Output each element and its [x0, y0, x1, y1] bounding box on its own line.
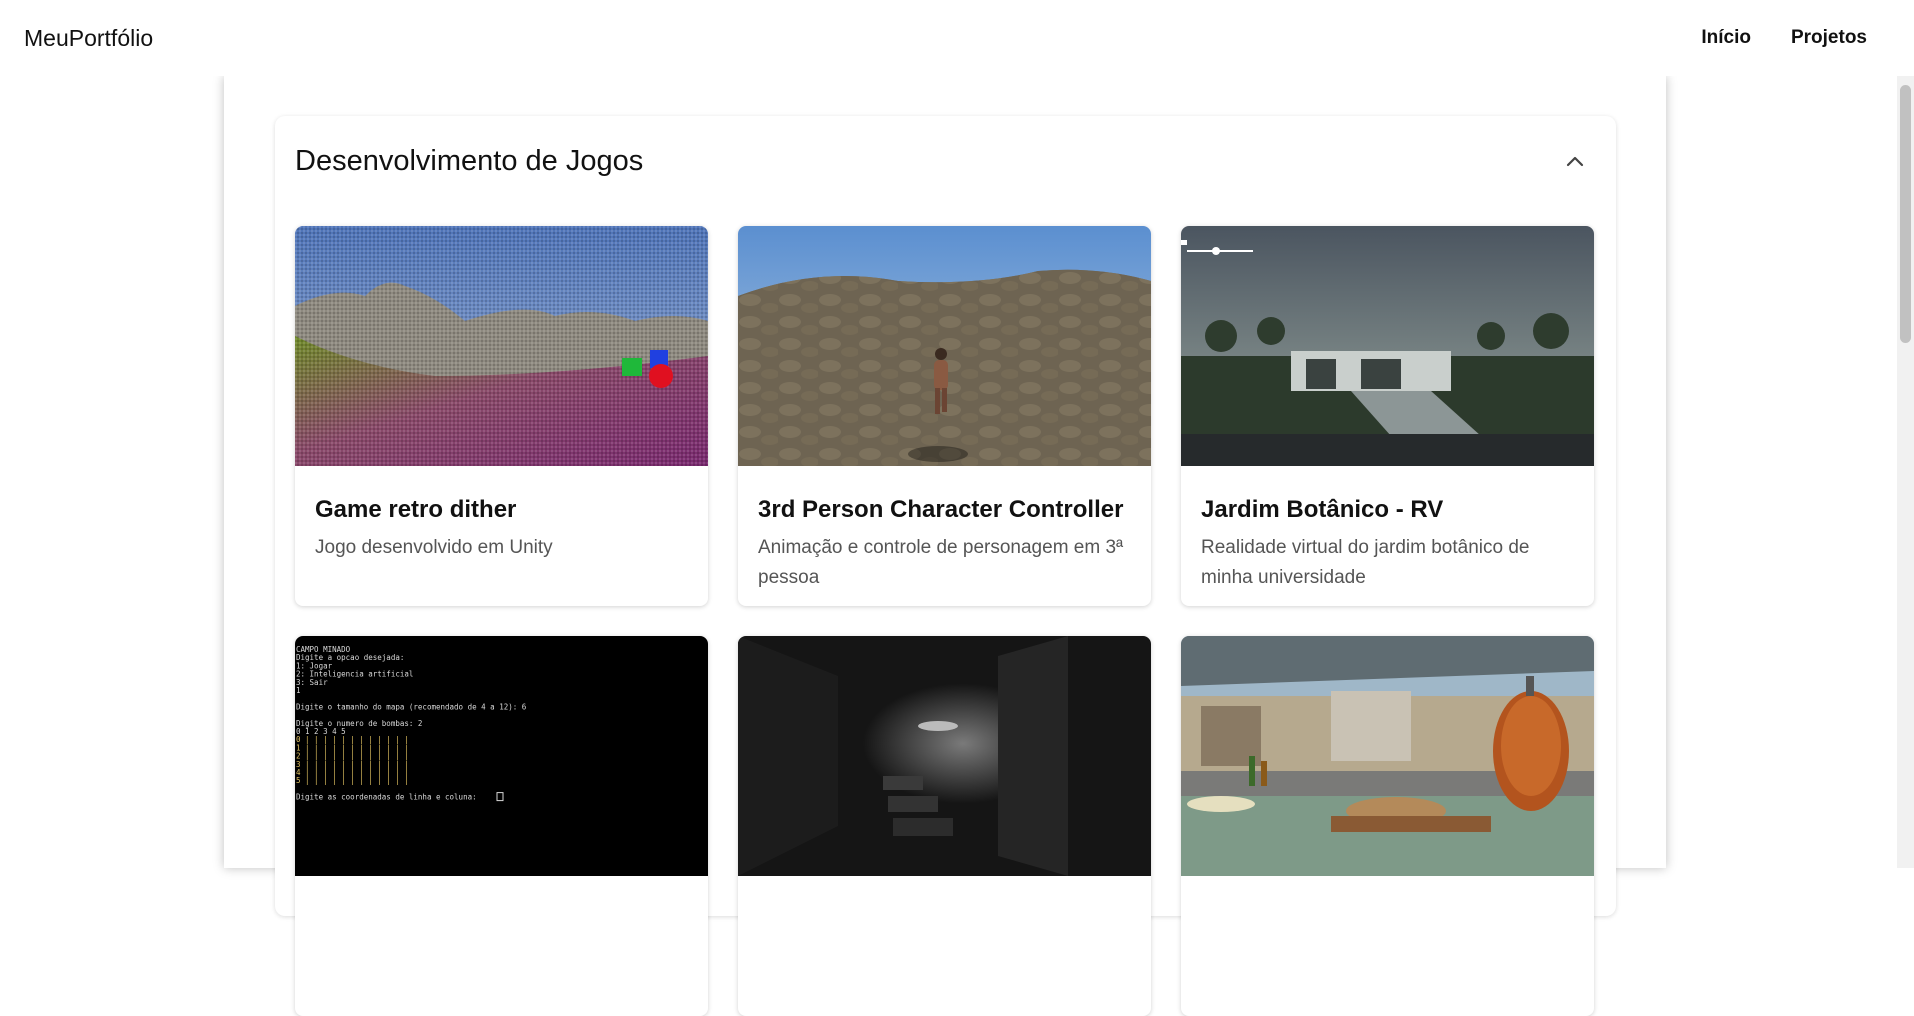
terminal-line: 1: [296, 686, 301, 695]
terminal-line: Digite o tamanho do mapa (recomendado de…: [296, 702, 527, 711]
nav-link-inicio[interactable]: Início: [1701, 27, 1751, 49]
project-description: Realidade virtual do jardim botânico de …: [1201, 536, 1530, 588]
scrollbar-thumb[interactable]: [1900, 85, 1911, 343]
project-thumbnail: CAMPO MINADO Digite a opcao desejada: 1: J…: [295, 636, 708, 876]
project-thumbnail: [738, 226, 1151, 466]
nav-link-projetos[interactable]: Projetos: [1791, 27, 1867, 49]
terminal-line: 3: Sair: [296, 678, 328, 687]
project-card[interactable]: CAMPO MINADO Digite a opcao desejada: 1: J…: [295, 636, 708, 1016]
project-card[interactable]: [1181, 636, 1594, 1016]
chevron-up-icon: [1566, 156, 1584, 167]
project-title: 3rd Person Character Controller: [758, 496, 1124, 523]
project-description: Animação e controle de personagem em 3ª …: [758, 536, 1124, 588]
navbar: MeuPortfólio Início Projetos: [0, 0, 1914, 76]
project-card[interactable]: Jardim Botânico - RV Realidade virtual d…: [1181, 226, 1594, 606]
nav-links: Início Projetos: [1701, 27, 1867, 49]
section-game-dev: Desenvolvimento de Jogos Game retro dith…: [275, 116, 1616, 1016]
project-title: Jardim Botânico - RV: [1201, 496, 1444, 523]
project-title: Game retro dither: [315, 496, 517, 523]
scrollbar[interactable]: [1897, 76, 1914, 868]
project-thumbnail: [295, 226, 708, 466]
project-card[interactable]: 3rd Person Character Controller Animação…: [738, 226, 1151, 606]
collapse-button[interactable]: [1555, 141, 1595, 181]
project-thumbnail: [1181, 636, 1594, 876]
section-title: Desenvolvimento de Jogos: [295, 144, 644, 177]
project-description: Jogo desenvolvido em Unity: [315, 536, 553, 558]
project-thumbnail: [1181, 226, 1594, 466]
project-card[interactable]: Game retro dither Jogo desenvolvido em U…: [295, 226, 708, 606]
terminal-line: 5 | | | | | | | | | | | |: [296, 776, 409, 785]
brand-link[interactable]: MeuPortfólio: [24, 25, 153, 52]
terminal-screenshot: CAMPO MINADODigite a opcao desejada:1: J…: [296, 645, 527, 802]
project-thumbnail: [738, 636, 1151, 876]
project-card[interactable]: [738, 636, 1151, 1016]
page-container: Desenvolvimento de Jogos Game retro dith…: [224, 76, 1666, 1016]
terminal-cursor: [496, 792, 504, 802]
terminal-line: Digite as coordenadas de linha e coluna:: [296, 793, 477, 802]
section-header[interactable]: Desenvolvimento de Jogos: [295, 116, 1595, 206]
